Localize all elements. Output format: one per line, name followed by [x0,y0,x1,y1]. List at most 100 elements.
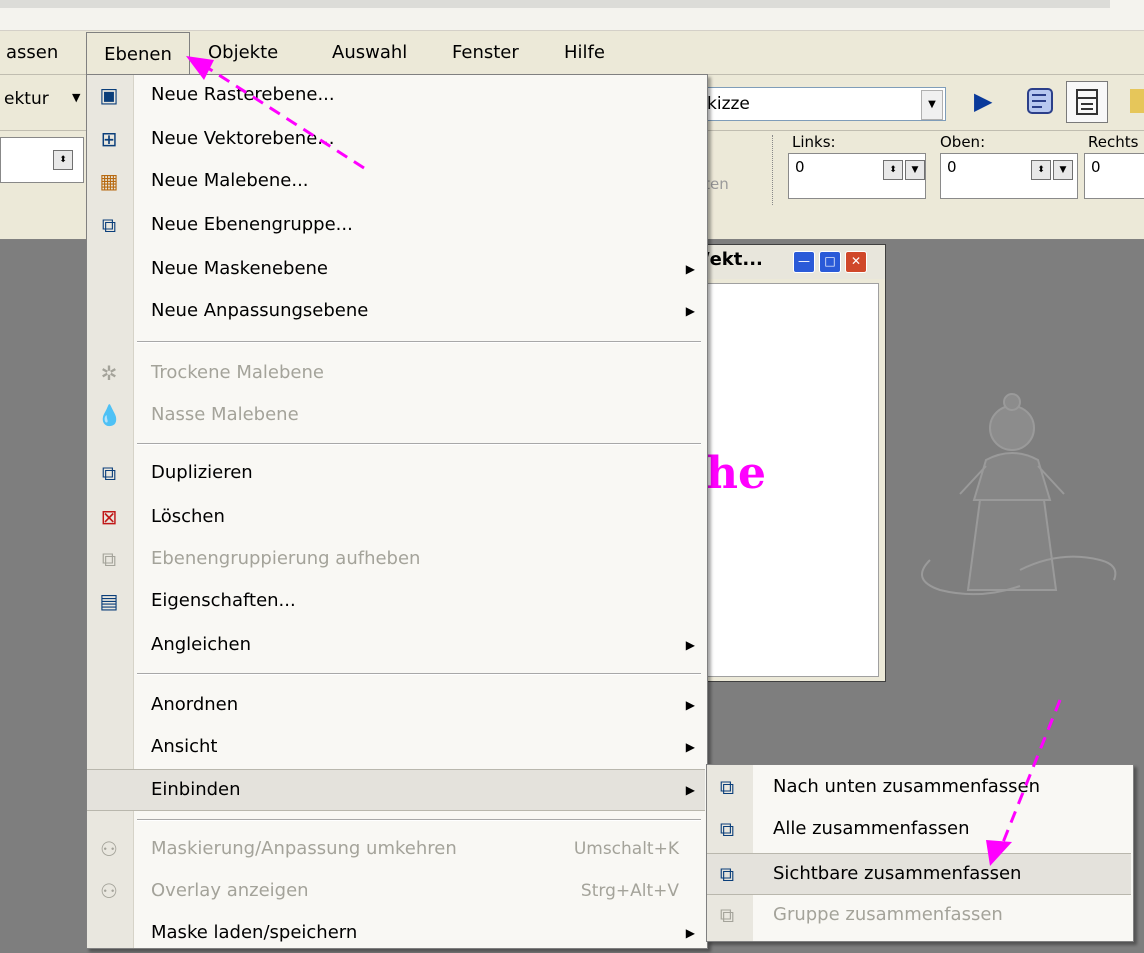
menu-item-properties[interactable]: ▤ Eigenschaften... [87,581,705,621]
menu-item-label: Neue Anpassungsebene [151,300,369,321]
texture-dropdown[interactable]: ektur [4,89,49,109]
image-window[interactable]: /ekt... — □ ✕ he [696,244,886,682]
raster-layer-icon: ▣ [99,83,119,107]
menu-separator [137,443,701,445]
menu-item-label: Neue Malebene... [151,170,309,191]
image-canvas[interactable]: he [705,283,879,677]
play-icon[interactable]: ▶ [974,87,992,115]
rechts-value: 0 [1091,158,1101,176]
submenu-item-merge-all[interactable]: ⧉ Alle zusammenfassen [707,809,1131,849]
palette-toggle-icon[interactable] [1066,81,1108,123]
merge-group-icon: ⧉ [719,903,735,927]
folder-icon[interactable] [1130,89,1144,113]
menu-item-objekte[interactable]: Objekte [208,31,278,75]
menu-item-anpassen[interactable]: assen [6,31,58,75]
image-window-titlebar[interactable]: /ekt... — □ ✕ [697,245,885,279]
layer-group-icon: ⧉ [101,213,117,237]
submenu-arrow-icon: ▶ [685,926,695,940]
menu-item-label: Neue Rasterebene... [151,84,335,105]
menu-item-label: Eigenschaften... [151,590,296,611]
menu-separator [137,673,701,675]
menu-item-new-raster-layer[interactable]: ▣ Neue Rasterebene... [87,75,705,115]
submenu-arrow-icon: ▶ [685,262,695,276]
menu-item-arrange[interactable]: Anordnen ▶ [87,685,705,725]
close-icon[interactable]: ✕ [845,251,867,273]
chevron-down-icon[interactable]: ▼ [921,90,943,120]
oben-label: Oben: [940,133,986,151]
menu-item-label: Angleichen [151,634,252,655]
submenu-arrow-icon: ▶ [685,740,695,754]
menu-item-invert-mask: ⚇ Maskierung/Anpassung umkehren Umschalt… [87,829,705,869]
toolbar-divider [772,135,775,205]
submenu-arrow-icon: ▶ [685,304,695,318]
menu-item-match[interactable]: Angleichen ▶ [87,625,705,665]
merge-all-icon: ⧉ [719,817,735,841]
links-input[interactable]: 0 ⬍ ▼ [788,153,926,199]
menu-item-label: Duplizieren [151,462,253,483]
menu-item-shortcut: Umschalt+K [573,839,679,859]
menu-item-label: Overlay anzeigen [151,880,309,901]
menu-item-label: Anordnen [151,694,239,715]
menu-separator [137,341,701,343]
menu-item-new-adjustment-layer[interactable]: Neue Anpassungsebene ▶ [87,291,705,331]
menu-item-label: Maske laden/speichern [151,922,358,943]
merge-visible-icon: ⧉ [719,862,735,886]
minimize-icon[interactable]: — [793,251,815,273]
canvas-text: he [706,448,766,499]
links-label: Links: [792,133,836,151]
menu-item-new-layer-group[interactable]: ⧉ Neue Ebenengruppe... [87,205,705,245]
oben-input[interactable]: 0 ⬍ ▼ [940,153,1078,199]
menu-item-label: Neue Ebenengruppe... [151,214,353,235]
menu-item-merge[interactable]: Einbinden ▶ [87,769,705,811]
chevron-down-icon[interactable]: ▼ [1053,160,1073,180]
menu-item-view[interactable]: Ansicht ▶ [87,727,705,767]
menu-separator [137,819,701,821]
chevron-down-icon[interactable]: ▼ [905,160,925,180]
rechts-input[interactable]: 0 [1084,153,1144,199]
preset-dropdown[interactable]: kizze ▼ [700,87,946,121]
menu-item-dry-paint-layer: ✲ Trockene Malebene [87,353,705,393]
spin-updown-icon[interactable]: ⬍ [53,150,73,170]
spin-updown-icon[interactable]: ⬍ [883,160,903,180]
menu-item-new-paint-layer[interactable]: ▦ Neue Malebene... [87,161,705,201]
menu-item-label: Gruppe zusammenfassen [773,904,1003,925]
menu-item-fenster[interactable]: Fenster [452,31,519,75]
spin-updown-icon[interactable]: ⬍ [1031,160,1051,180]
menu-item-duplicate[interactable]: ⧉ Duplizieren [87,453,705,493]
left-spin-field[interactable]: ⬍ [0,137,84,183]
watermark-doll-image [921,393,1117,596]
properties-icon: ▤ [99,589,119,613]
submenu-arrow-icon: ▶ [685,638,695,652]
chevron-down-icon[interactable]: ▼ [72,91,80,104]
submenu-item-merge-down[interactable]: ⧉ Nach unten zusammenfassen [707,767,1131,807]
submenu-item-merge-visible[interactable]: ⧉ Sichtbare zusammenfassen [707,853,1131,895]
menu-item-label: Ansicht [151,736,218,757]
maximize-icon[interactable]: □ [819,251,841,273]
paint-layer-icon: ▦ [99,169,119,193]
menu-item-hilfe[interactable]: Hilfe [564,31,605,75]
menu-item-label: Nach unten zusammenfassen [773,776,1041,797]
menu-item-delete[interactable]: ⊠ Löschen [87,497,705,537]
menu-item-new-vector-layer[interactable]: ⊞ Neue Vektorebene... [87,119,705,159]
delete-layer-icon: ⊠ [100,505,118,529]
duplicate-icon: ⧉ [101,461,117,485]
menu-item-ebenen[interactable]: Ebenen [86,32,190,76]
menu-item-new-mask-layer[interactable]: Neue Maskenebene ▶ [87,249,705,289]
menu-item-shortcut: Strg+Alt+V [580,881,679,901]
overlay-icon: ⚇ [100,879,118,903]
image-window-title: /ekt... [703,249,763,270]
menu-item-label: Trockene Malebene [151,362,324,383]
ungroup-icon: ⧉ [101,547,117,571]
menu-item-ungroup: ⧉ Ebenengruppierung aufheben [87,539,705,579]
menu-item-load-save-mask[interactable]: Maske laden/speichern ▶ [87,913,705,953]
menu-item-label: Neue Maskenebene [151,258,329,279]
oben-value: 0 [947,158,957,176]
menu-item-auswahl[interactable]: Auswahl [332,31,407,75]
vector-layer-icon: ⊞ [100,127,118,151]
title-strip [0,0,1144,30]
dry-layer-icon: ✲ [100,361,118,385]
menu-item-label: Sichtbare zusammenfassen [773,863,1022,884]
menu-item-label: Einbinden [151,779,241,800]
menu-item-wet-paint-layer: 💧 Nasse Malebene [87,395,705,435]
script-icon[interactable] [1024,83,1058,117]
